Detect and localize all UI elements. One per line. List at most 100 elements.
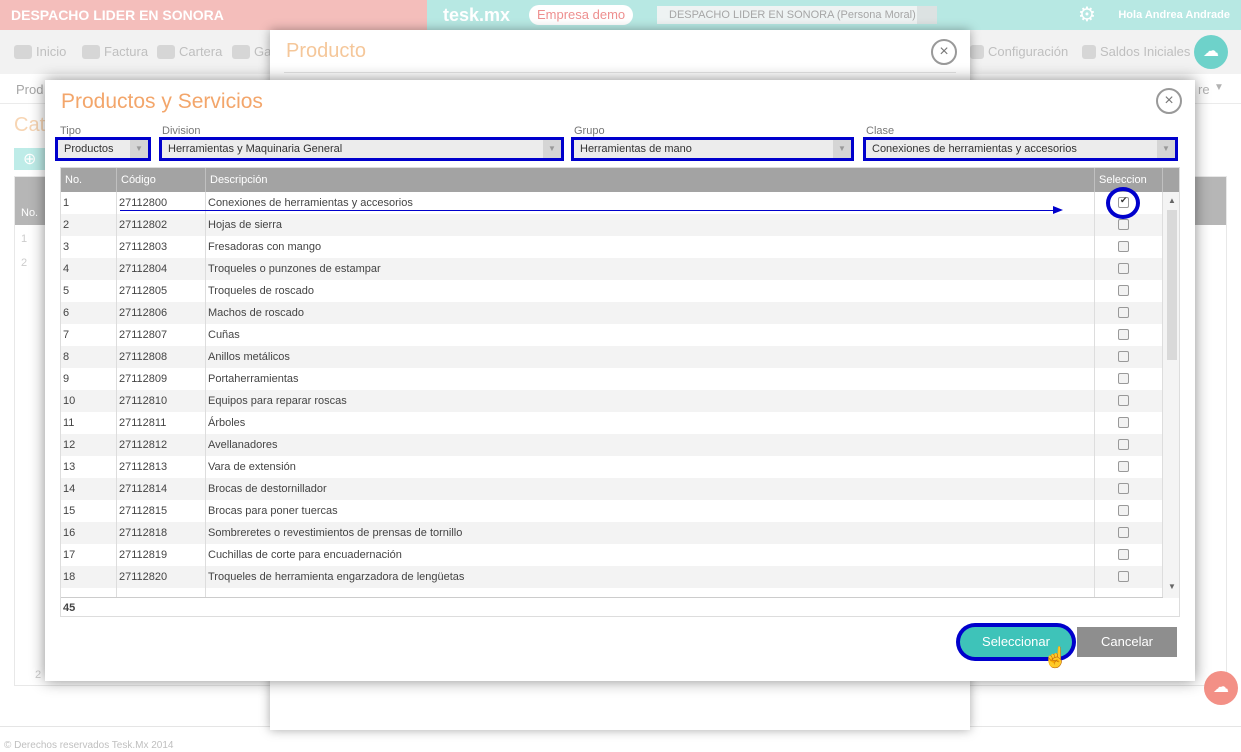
table-row[interactable]: 7 27112807 Cuñas — [61, 324, 1163, 346]
row-select-checkbox[interactable] — [1118, 461, 1129, 472]
grupo-select[interactable]: Herramientas de mano ▼ — [571, 137, 854, 161]
table-row[interactable]: 17 27112819 Cuchillas de corte para encuad… — [61, 544, 1163, 566]
table-row[interactable]: 10 27112810 Equipos para reparar roscas — [61, 390, 1163, 412]
cell-codigo: 27112803 — [119, 241, 168, 253]
grid-footer: 45 — [61, 597, 1163, 616]
row-select-checkbox[interactable] — [1118, 219, 1129, 230]
table-row[interactable]: 12 27112812 Avellanadores — [61, 434, 1163, 456]
table-row[interactable]: 2 27112802 Hojas de sierra — [61, 214, 1163, 236]
row-select-checkbox[interactable] — [1118, 329, 1129, 340]
row-select-checkbox[interactable] — [1118, 373, 1129, 384]
cell-descripcion: Brocas para poner tuercas — [208, 505, 338, 517]
table-row[interactable]: 9 27112809 Portaherramientas — [61, 368, 1163, 390]
cell-descripcion: Árboles — [208, 417, 246, 429]
cell-descripcion: Avellanadores — [208, 439, 278, 451]
cell-no: 12 — [63, 439, 76, 451]
row-select-checkbox[interactable] — [1118, 483, 1129, 494]
chevron-down-icon: ▼ — [130, 140, 148, 158]
cell-descripcion: Fresadoras con mango — [208, 241, 322, 253]
cell-no: 5 — [63, 285, 70, 297]
cell-no: 13 — [63, 461, 76, 473]
column-codigo[interactable]: Código — [117, 168, 206, 192]
clase-label: Clase — [866, 125, 895, 137]
grid-scrollbar[interactable]: ▲ ▼ — [1163, 192, 1179, 598]
cell-descripcion: Cuñas — [208, 329, 240, 341]
grupo-label: Grupo — [574, 125, 605, 137]
cell-codigo: 27112810 — [119, 395, 168, 407]
row-select-checkbox[interactable] — [1118, 285, 1129, 296]
division-label: Division — [162, 125, 201, 137]
cell-descripcion: Machos de roscado — [208, 307, 304, 319]
row-select-checkbox[interactable] — [1118, 549, 1129, 560]
cell-codigo: 27112805 — [119, 285, 168, 297]
scroll-down-icon[interactable]: ▼ — [1168, 582, 1176, 591]
cell-descripcion: Hojas de sierra — [208, 219, 282, 231]
scroll-up-icon[interactable]: ▲ — [1168, 196, 1176, 205]
row-select-checkbox[interactable] — [1118, 505, 1129, 516]
cell-no: 3 — [63, 241, 70, 253]
table-row[interactable]: 4 27112804 Troqueles o punzones de estampa… — [61, 258, 1163, 280]
annotation-arrow — [120, 210, 1053, 211]
table-row[interactable]: 14 27112814 Brocas de destornillador — [61, 478, 1163, 500]
divider — [284, 72, 956, 73]
table-row[interactable]: 11 27112811 Árboles — [61, 412, 1163, 434]
chevron-down-icon: ▼ — [1157, 140, 1175, 158]
divider — [1094, 192, 1095, 616]
cell-codigo: 27112814 — [119, 483, 168, 495]
cell-no: 17 — [63, 549, 76, 561]
cell-codigo: 27112818 — [119, 527, 168, 539]
table-row[interactable]: 6 27112806 Machos de roscado — [61, 302, 1163, 324]
total-count: 45 — [63, 602, 76, 614]
product-dialog-title: Producto — [286, 40, 367, 62]
table-row[interactable]: 15 27112815 Brocas para poner tuercas — [61, 500, 1163, 522]
grid-header: No. Código Descripción Seleccion — [61, 168, 1179, 192]
cell-descripcion: Anillos metálicos — [208, 351, 290, 363]
row-select-checkbox[interactable] — [1118, 241, 1129, 252]
close-icon[interactable]: × — [931, 39, 957, 65]
row-select-checkbox[interactable] — [1118, 307, 1129, 318]
cell-no: 6 — [63, 307, 70, 319]
column-no[interactable]: No. — [61, 168, 117, 192]
products-services-dialog: Productos y Servicios × Tipo Productos ▼… — [45, 80, 1195, 681]
row-select-checkbox[interactable] — [1118, 263, 1129, 274]
cell-descripcion: Cuchillas de corte para encuadernación — [208, 549, 402, 561]
cell-codigo: 27112811 — [119, 417, 167, 429]
cell-descripcion: Troqueles o punzones de estampar — [208, 263, 381, 275]
cancel-button[interactable]: Cancelar — [1077, 627, 1177, 657]
table-row[interactable]: 8 27112808 Anillos metálicos — [61, 346, 1163, 368]
cell-no: 1 — [63, 197, 70, 209]
cell-no: 7 — [63, 329, 70, 341]
row-select-checkbox[interactable] — [1118, 571, 1129, 582]
chevron-down-icon: ▼ — [833, 140, 851, 158]
divider — [116, 192, 117, 616]
clase-select[interactable]: Conexiones de herramientas y accesorios … — [863, 137, 1178, 161]
row-select-checkbox[interactable] — [1118, 351, 1129, 362]
table-row[interactable]: 18 27112820 Troqueles de herramienta engar… — [61, 566, 1163, 588]
row-select-checkbox[interactable] — [1118, 527, 1129, 538]
clase-value: Conexiones de herramientas y accesorios — [872, 143, 1077, 155]
cell-codigo: 27112804 — [119, 263, 168, 275]
cell-no: 9 — [63, 373, 70, 385]
row-select-checkbox[interactable] — [1118, 395, 1129, 406]
row-select-checkbox[interactable] — [1118, 417, 1129, 428]
annotation-circle — [1106, 187, 1140, 219]
cell-no: 2 — [63, 219, 70, 231]
scrollbar-thumb[interactable] — [1167, 210, 1177, 360]
tipo-value: Productos — [64, 143, 114, 155]
cell-codigo: 27112812 — [119, 439, 168, 451]
table-row[interactable]: 13 27112813 Vara de extensión — [61, 456, 1163, 478]
table-row[interactable]: 3 27112803 Fresadoras con mango — [61, 236, 1163, 258]
table-row[interactable]: 16 27112818 Sombreretes o revestimientos d… — [61, 522, 1163, 544]
row-select-checkbox[interactable] — [1118, 439, 1129, 450]
cell-no: 4 — [63, 263, 70, 275]
cell-descripcion: Portaherramientas — [208, 373, 299, 385]
division-value: Herramientas y Maquinaria General — [168, 143, 343, 155]
table-row[interactable]: 5 27112805 Troqueles de roscado — [61, 280, 1163, 302]
cell-no: 15 — [63, 505, 76, 517]
column-descripcion[interactable]: Descripción — [206, 168, 1095, 192]
cell-descripcion: Equipos para reparar roscas — [208, 395, 347, 407]
division-select[interactable]: Herramientas y Maquinaria General ▼ — [159, 137, 564, 161]
cell-codigo: 27112806 — [119, 307, 168, 319]
tipo-select[interactable]: Productos ▼ — [55, 137, 151, 161]
close-icon[interactable]: × — [1156, 88, 1182, 114]
